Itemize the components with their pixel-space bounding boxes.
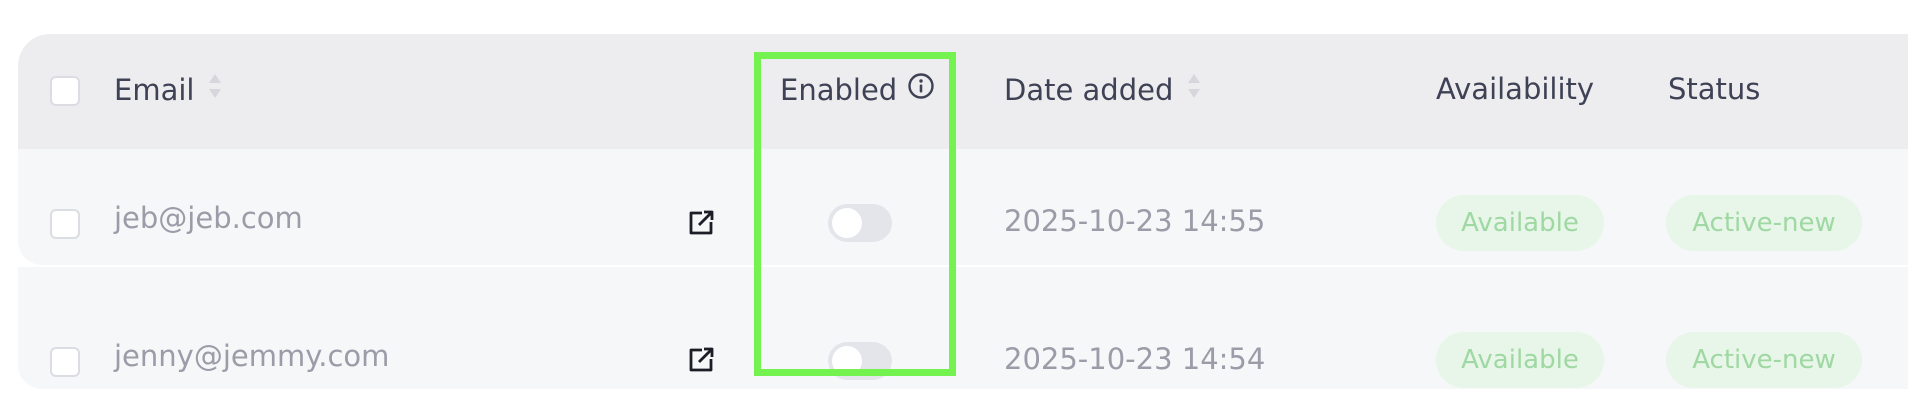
external-link-icon[interactable] xyxy=(686,208,716,238)
table-row: jeb@jeb.com 2025-10-23 14:55 Available A… xyxy=(18,149,1908,265)
column-header-date-added-label: Date added xyxy=(1004,72,1174,107)
select-all-checkbox[interactable] xyxy=(50,76,80,106)
availability-badge: Available xyxy=(1436,195,1604,251)
table-header: Email Enabled Date added Availability St… xyxy=(18,34,1908,149)
row-email: jenny@jemmy.com xyxy=(114,339,390,373)
row-date-added: 2025-10-23 14:55 xyxy=(1004,204,1266,238)
external-link-icon[interactable] xyxy=(686,345,716,375)
info-icon[interactable] xyxy=(907,72,935,107)
column-header-availability-label: Availability xyxy=(1436,72,1595,106)
sort-icon[interactable] xyxy=(208,72,222,107)
column-header-status: Status xyxy=(1668,72,1760,106)
column-header-enabled-label: Enabled xyxy=(780,72,898,107)
column-header-status-label: Status xyxy=(1668,72,1761,106)
enabled-toggle[interactable] xyxy=(828,342,892,380)
column-header-email[interactable]: Email xyxy=(114,72,222,107)
status-badge: Active-new xyxy=(1666,195,1862,251)
column-header-enabled: Enabled xyxy=(780,72,935,107)
enabled-toggle[interactable] xyxy=(828,204,892,242)
availability-badge: Available xyxy=(1436,332,1604,388)
row-checkbox[interactable] xyxy=(50,209,80,239)
toggle-knob xyxy=(832,346,862,376)
column-header-date-added[interactable]: Date added xyxy=(1004,72,1201,107)
row-date-added: 2025-10-23 14:54 xyxy=(1004,342,1266,376)
status-badge: Active-new xyxy=(1666,332,1862,388)
sort-icon[interactable] xyxy=(1187,72,1201,107)
row-email: jeb@jeb.com xyxy=(114,201,303,235)
toggle-knob xyxy=(832,208,862,238)
column-header-availability: Availability xyxy=(1436,72,1594,106)
column-header-email-label: Email xyxy=(114,72,195,107)
table-row: jenny@jemmy.com 2025-10-23 14:54 Availab… xyxy=(18,267,1908,389)
row-checkbox[interactable] xyxy=(50,347,80,377)
